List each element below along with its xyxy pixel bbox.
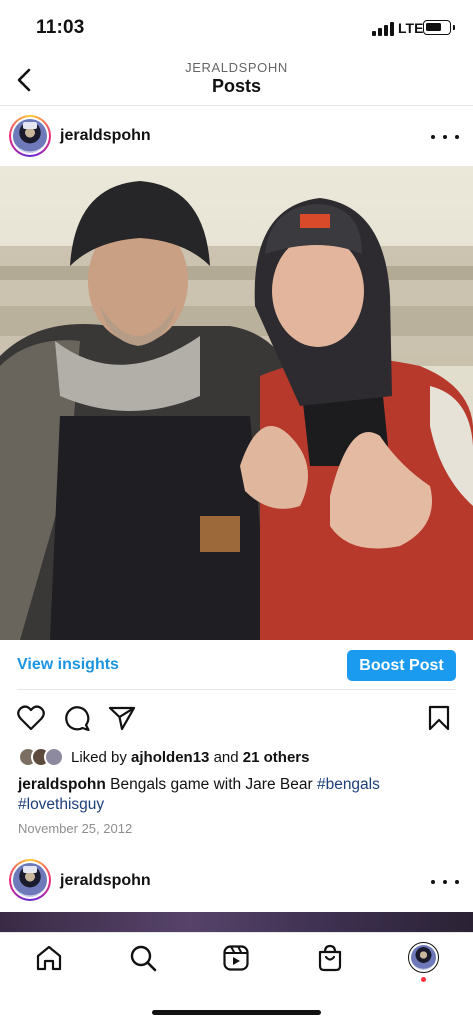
home-indicator[interactable] <box>152 1010 321 1015</box>
bookmark-icon <box>428 705 450 731</box>
more-horizontal-icon <box>431 135 435 139</box>
reels-icon <box>223 945 249 971</box>
hashtag-link[interactable]: #lovethisguy <box>18 796 104 813</box>
save-button[interactable] <box>427 705 455 731</box>
battery-icon <box>423 20 455 35</box>
post-date: November 25, 2012 <box>18 821 133 836</box>
view-insights-link[interactable]: View insights <box>17 656 119 674</box>
avatar[interactable] <box>9 115 51 157</box>
post-caption: jeraldspohn Bengals game with Jare Bear … <box>18 776 380 813</box>
others-link[interactable]: 21 others <box>243 749 310 766</box>
post-header: jeraldspohn <box>0 108 473 166</box>
notification-dot <box>421 977 426 982</box>
status-bar: 11:03 LTE <box>0 0 473 54</box>
liker-avatar <box>44 747 64 767</box>
post-username[interactable]: jeraldspohn <box>60 127 151 145</box>
next-post-header: jeraldspohn <box>0 852 473 910</box>
post-photo-image <box>0 166 473 640</box>
search-icon <box>130 945 157 972</box>
more-horizontal-icon <box>431 880 435 884</box>
page-title: Posts <box>211 76 262 96</box>
first-liker-link[interactable]: ajholden13 <box>131 749 209 766</box>
comment-button[interactable] <box>63 705 91 732</box>
like-button[interactable] <box>17 705 45 731</box>
hashtag-link[interactable]: #bengals <box>317 776 380 793</box>
share-button[interactable] <box>108 705 136 731</box>
tab-reels[interactable] <box>221 943 251 973</box>
profile-avatar <box>411 945 436 970</box>
tab-home[interactable] <box>34 943 64 973</box>
divider <box>17 689 456 690</box>
send-icon <box>108 706 136 731</box>
likes-text: Liked by ajholden13 and 21 others <box>71 748 310 766</box>
likes-row[interactable]: Liked by ajholden13 and 21 others <box>18 746 309 768</box>
more-options-button[interactable] <box>431 872 459 892</box>
post-photo[interactable] <box>0 166 473 640</box>
caption-username[interactable]: jeraldspohn <box>18 776 106 793</box>
nav-header: JERALDSPOHN Posts <box>0 54 473 106</box>
status-time: 11:03 <box>36 17 85 38</box>
network-label: LTE <box>398 20 424 36</box>
boost-post-button[interactable]: Boost Post <box>347 650 456 681</box>
post-username[interactable]: jeraldspohn <box>60 872 151 890</box>
avatar[interactable] <box>9 859 51 901</box>
tab-search[interactable] <box>128 943 158 973</box>
tab-profile[interactable] <box>408 942 439 973</box>
header-username: JERALDSPOHN <box>185 60 288 75</box>
more-options-button[interactable] <box>431 127 459 147</box>
heart-icon <box>17 705 45 731</box>
shop-icon <box>318 944 342 972</box>
comment-icon <box>65 706 90 732</box>
signal-icon <box>372 22 394 36</box>
home-icon <box>36 945 62 971</box>
next-post-photo[interactable] <box>0 912 473 932</box>
tab-shop[interactable] <box>315 943 345 973</box>
